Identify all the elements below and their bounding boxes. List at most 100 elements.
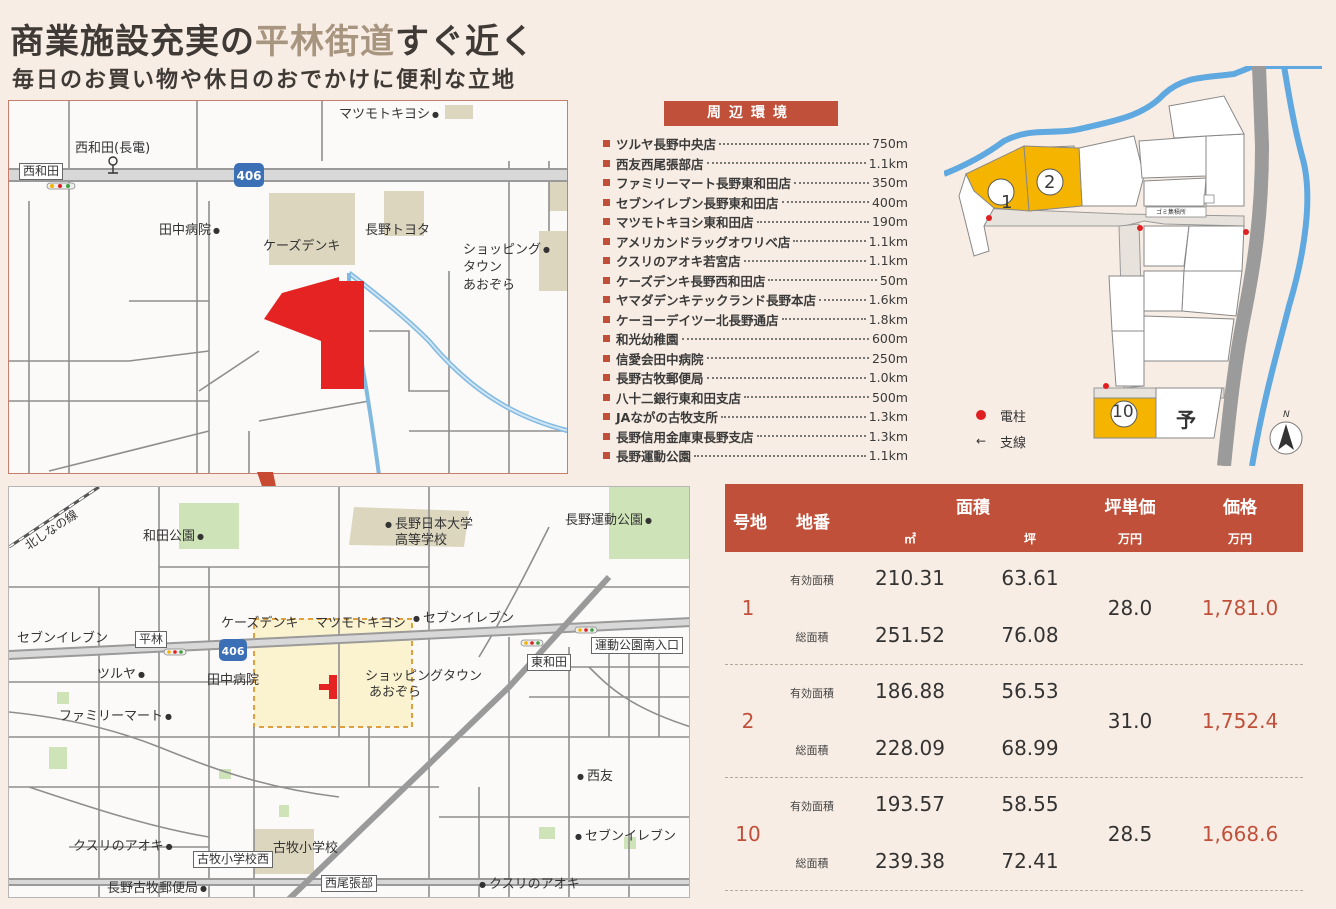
dotted-leader — [719, 142, 869, 145]
label-nishiwada-signal: 西和田 — [19, 163, 64, 180]
bullet-square-icon — [603, 218, 610, 226]
label-shopping-3: あおぞら — [463, 278, 516, 293]
total-area-label: 総面積 — [795, 744, 829, 757]
total-area-label: 総面積 — [795, 631, 829, 644]
facility-name: 長野古牧郵便局 — [616, 371, 704, 387]
facility-name: ファミリーマート長野東和田店 — [616, 176, 792, 192]
dotted-leader — [781, 318, 866, 321]
facility-distance: 1.6km — [868, 292, 908, 308]
effective-area-label: 有効面積 — [790, 574, 834, 587]
dotted-leader — [706, 357, 869, 360]
label-shopping-1: ショッピング — [463, 241, 550, 260]
label-saiyu: 西友 — [577, 765, 613, 784]
environment-item: 西友西尾張部店 1.1km — [603, 154, 908, 174]
lot-number: 1 — [741, 596, 755, 620]
price-row: 2 有効面積 186.88 56.53 総面積 228.09 68.99 31.0 1,752.… — [725, 665, 1303, 778]
header-lot-no: 号地 — [733, 513, 767, 533]
facility-distance: 500m — [871, 389, 908, 405]
label-kusuri-aoki-1: クスリのアオキ — [73, 835, 173, 854]
wire-arrow-icon: ← — [976, 434, 987, 448]
environment-item: 信愛会田中病院 250m — [603, 349, 908, 369]
lot-10-label: 10 — [1112, 402, 1134, 422]
environment-item: 長野古牧郵便局 1.0km — [603, 368, 908, 388]
dotted-leader — [768, 279, 877, 282]
facility-distance: 350m — [871, 175, 908, 191]
price-table-header: 号地 地番 面積 ㎡ 坪 坪単価 万円 価格 万円 — [725, 484, 1303, 552]
site-marker — [264, 277, 364, 389]
total-area-label: 総面積 — [795, 857, 829, 870]
bullet-square-icon — [603, 296, 610, 304]
bullet-square-icon — [603, 140, 610, 148]
dotted-leader — [781, 201, 869, 204]
bullet-square-icon — [603, 237, 610, 245]
header-tsubo-price: 坪単価 — [1104, 498, 1156, 518]
label-ksdenki: ケーズデンキ — [221, 616, 299, 631]
facility-name: 長野信用金庫東長野支店 — [616, 429, 754, 445]
effective-area-tsubo: 56.53 — [1001, 679, 1059, 703]
facility-distance: 1.0km — [868, 370, 908, 386]
bullet-square-icon — [603, 315, 610, 323]
facility-distance: 50m — [879, 272, 908, 288]
lot-2-label: 2 — [1044, 172, 1056, 193]
facility-name: セブンイレブン長野東和田店 — [616, 195, 779, 211]
effective-area-m2: 193.57 — [875, 792, 945, 816]
facility-name: ケーヨーデイツー北長野通店 — [616, 312, 779, 328]
bullet-square-icon — [603, 276, 610, 284]
bullet-square-icon — [603, 335, 610, 343]
label-wada-park: 和田公園 — [143, 525, 204, 544]
label-furumaki-school-west: 古牧小学校西 — [193, 851, 274, 868]
environment-item: 和光幼稚園 600m — [603, 329, 908, 349]
header-price-unit: 万円 — [1227, 532, 1252, 546]
dotted-leader — [819, 298, 866, 301]
dotted-leader — [706, 162, 866, 165]
price-table: 号地 地番 面積 ㎡ 坪 坪単価 万円 価格 万円 1 有効面積 210.31 63.… — [725, 484, 1303, 891]
facility-name: マツモトキヨシ東和田店 — [616, 215, 754, 231]
facility-distance: 750m — [871, 136, 908, 152]
effective-area-m2: 210.31 — [875, 566, 945, 590]
header-price: 価格 — [1223, 498, 1257, 518]
facility-distance: 1.1km — [868, 233, 908, 249]
dotted-leader — [756, 435, 866, 438]
header-area-tsubo: 坪 — [1023, 532, 1036, 546]
label-shopping-2: タウン — [463, 260, 503, 275]
dotted-leader — [756, 220, 869, 223]
label-seven-1: セブンイレブン — [17, 631, 109, 646]
header-area: 面積 — [956, 498, 990, 518]
reserved-lot-label: 予 — [1176, 408, 1196, 432]
bullet-square-icon — [603, 179, 610, 187]
price-row: 1 有効面積 210.31 63.61 総面積 251.52 76.08 28.0 1,781.… — [725, 552, 1303, 665]
label-undo-park: 長野運動公園 — [565, 509, 652, 528]
dotted-leader — [694, 454, 866, 457]
plot-legend: 電柱 ← 支線 — [976, 402, 1026, 454]
svg-text:406: 406 — [222, 645, 245, 658]
area-map: 406 北しなの線 和田公園 長野日本大学 高等学校 長野運動公園 セブンイレブ… — [8, 486, 690, 898]
effective-area-m2: 186.88 — [875, 679, 945, 703]
total-area-m2: 228.09 — [875, 736, 945, 760]
total-area-tsubo: 68.99 — [1001, 736, 1059, 760]
svg-text:406: 406 — [236, 169, 261, 183]
facility-distance: 1.3km — [868, 409, 908, 425]
environment-item: 八十二銀行東和田支店 500m — [603, 388, 908, 408]
lot-number: 2 — [741, 709, 755, 733]
facility-name: 長野運動公園 — [616, 449, 692, 465]
label-familymart: ファミリーマート — [59, 705, 172, 724]
tsubo-unit-price: 28.5 — [1107, 822, 1153, 846]
facility-name: 和光幼稚園 — [616, 332, 679, 348]
facility-name: アメリカンドラッグオワリベ店 — [616, 234, 791, 250]
environment-item: セブンイレブン長野東和田店 400m — [603, 193, 908, 213]
label-undo-park-south: 運動公園南入口 — [591, 637, 684, 654]
garbage-station-label: ゴミ集積所 — [1156, 209, 1187, 216]
label-kusuri-aoki-2: クスリのアオキ — [479, 873, 580, 892]
dotted-leader — [706, 376, 866, 379]
tsubo-unit-price: 28.0 — [1107, 596, 1153, 620]
total-area-tsubo: 76.08 — [1001, 623, 1059, 647]
label-nagano-post: 長野古牧郵便局 — [107, 877, 207, 896]
label-hirabayashi: 平林 — [135, 631, 168, 648]
bullet-square-icon — [603, 198, 610, 206]
page-title: 商業施設充実の平林街道すぐ近く — [10, 22, 535, 62]
label-tsuruya: ツルヤ — [97, 663, 145, 682]
total-price: 1,781.0 — [1201, 596, 1279, 620]
facility-distance: 600m — [871, 331, 908, 347]
pole-legend-label: 電柱 — [1000, 409, 1027, 425]
pole-legend-icon — [976, 410, 986, 420]
